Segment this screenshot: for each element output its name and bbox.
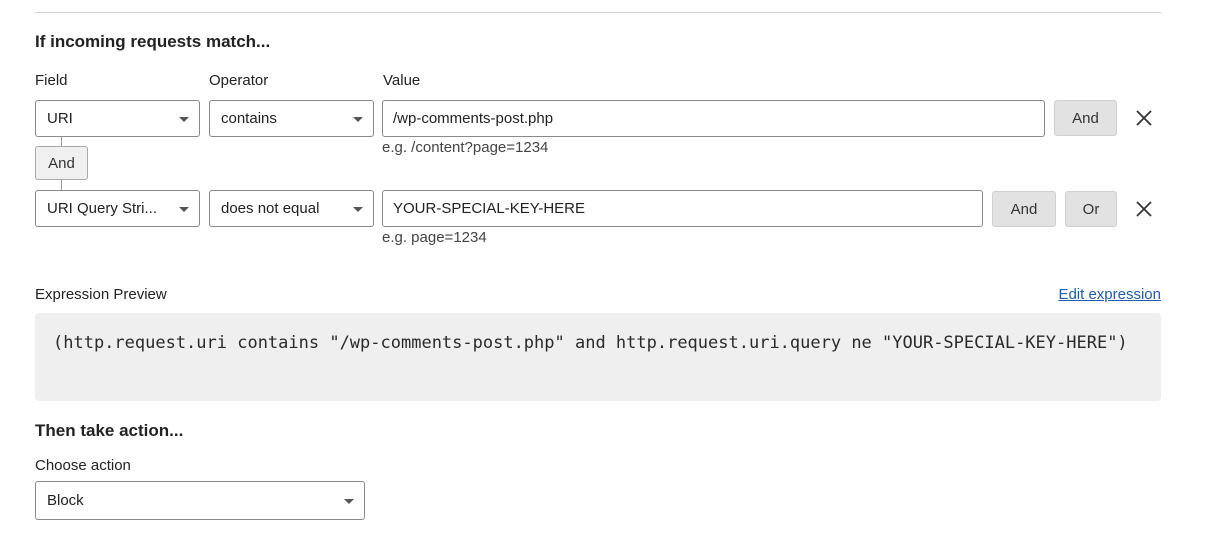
match-section-title: If incoming requests match... xyxy=(35,32,271,51)
operator-select-2[interactable]: does not equal xyxy=(209,190,374,227)
action-select[interactable]: Block xyxy=(35,481,365,520)
value-hint-1: e.g. /content?page=1234 xyxy=(382,139,549,156)
expression-preview-label: Expression Preview xyxy=(35,286,167,303)
edit-expression-link[interactable]: Edit expression xyxy=(1058,286,1161,303)
condition-connector-line-top xyxy=(61,137,62,146)
top-divider xyxy=(35,12,1161,13)
action-select-value: Block xyxy=(47,492,84,509)
caret-down-icon xyxy=(179,206,189,212)
and-button-2[interactable]: And xyxy=(992,191,1056,227)
caret-down-icon xyxy=(179,116,189,122)
value-input-1[interactable]: /wp-comments-post.php xyxy=(382,100,1045,137)
and-connector-chip: And xyxy=(35,146,88,180)
caret-down-icon xyxy=(353,206,363,212)
or-button-2[interactable]: Or xyxy=(1065,191,1117,227)
action-section-title: Then take action... xyxy=(35,421,184,440)
operator-select-2-value: does not equal xyxy=(221,200,320,217)
value-hint-2: e.g. page=1234 xyxy=(382,229,487,246)
choose-action-label: Choose action xyxy=(35,457,131,474)
value-input-1-text: /wp-comments-post.php xyxy=(393,110,554,127)
condition-connector-line-bottom xyxy=(61,180,62,190)
caret-down-icon xyxy=(344,498,354,504)
close-icon[interactable] xyxy=(1135,109,1153,127)
close-icon[interactable] xyxy=(1135,200,1153,218)
operator-column-label: Operator xyxy=(209,72,269,89)
value-column-label: Value xyxy=(383,72,421,89)
operator-select-1-value: contains xyxy=(221,110,277,127)
field-select-2-value: URI Query Stri... xyxy=(47,200,158,217)
value-input-2[interactable]: YOUR-SPECIAL-KEY-HERE xyxy=(382,190,983,227)
field-select-1[interactable]: URI xyxy=(35,100,200,137)
operator-select-1[interactable]: contains xyxy=(209,100,374,137)
and-button-1[interactable]: And xyxy=(1054,100,1117,136)
field-select-1-value: URI xyxy=(47,110,73,127)
field-column-label: Field xyxy=(35,72,68,89)
field-select-2[interactable]: URI Query Stri... xyxy=(35,190,200,227)
expression-preview-code: (http.request.uri contains "/wp-comments… xyxy=(35,313,1161,401)
caret-down-icon xyxy=(353,116,363,122)
value-input-2-text: YOUR-SPECIAL-KEY-HERE xyxy=(393,200,585,217)
